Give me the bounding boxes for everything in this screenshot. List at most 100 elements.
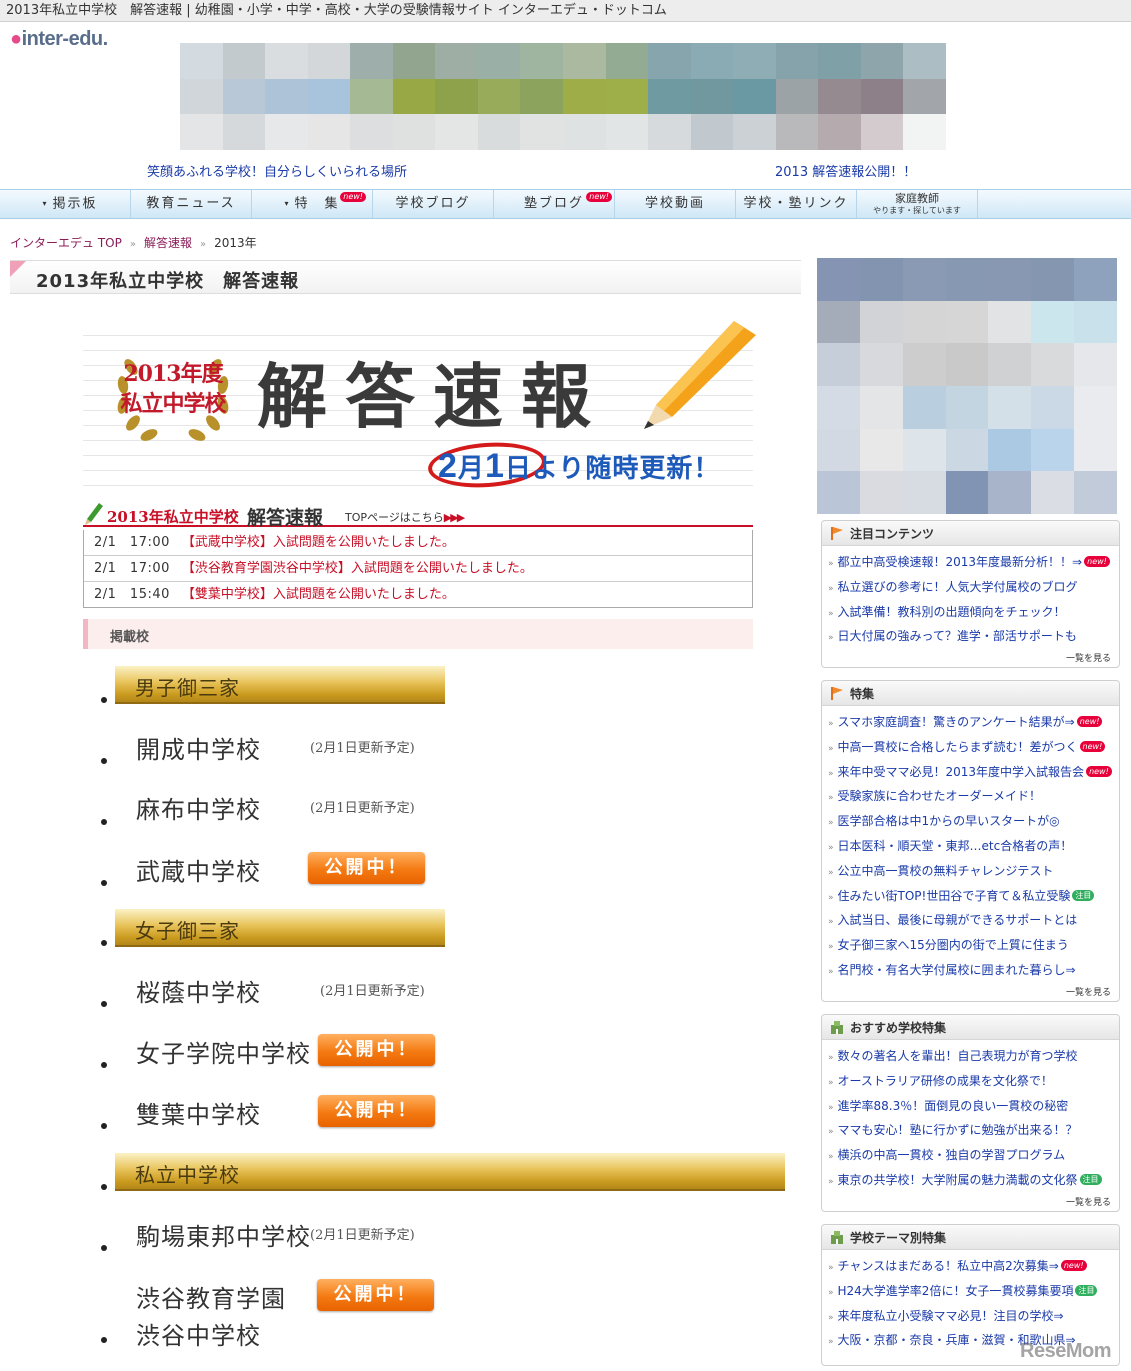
panel-link[interactable]: » 横浜の中高一貫校・独自の学習プログラム (822, 1143, 1119, 1168)
banner-pixel (818, 78, 861, 115)
panel-link[interactable]: » 公立中高一貫校の無料チャレンジテスト (822, 859, 1119, 884)
ad-pixel (902, 343, 946, 386)
breadcrumb-answers-link[interactable]: 解答速報 (144, 236, 192, 250)
panel-link[interactable]: » 女子御三家へ15分圏内の街で上質に住まう (822, 933, 1119, 958)
nav-item-juku-blog[interactable]: 塾ブログ new! (494, 190, 615, 218)
panel-link[interactable]: » 入試当日、最後に母親ができるサポートとは (822, 908, 1119, 933)
list-bullet (101, 1337, 107, 1343)
ad-pixel (1074, 386, 1117, 429)
breadcrumb-home-link[interactable]: インターエデュ TOP (10, 236, 122, 250)
nav-item-links[interactable]: 学校・塾リンク (736, 190, 857, 218)
nav-item-feature[interactable]: ▾ 特 集 new! (252, 190, 373, 218)
ad-pixel (859, 386, 903, 429)
panel-link[interactable]: » 来年度私立小受験ママ必見！注目の学校⇒ (822, 1304, 1119, 1329)
school-name-shibuya-kyoiku[interactable]: 渋谷教育学園 渋谷中学校 (136, 1279, 286, 1351)
window-title: 2013年私立中学校 解答速報 | 幼稚園・小学・中学・高校・大学の受験情報サイ… (0, 0, 1131, 22)
nav-label: 学校動画 (644, 196, 705, 211)
top-banner-ad[interactable] (180, 43, 946, 150)
school-status-open-button[interactable]: 公開中！ (318, 1095, 435, 1127)
panel-link[interactable]: » H24大学進学率2倍に！女子一貫校募集要項 注目 (822, 1279, 1119, 1304)
chevron-right-icon: » (828, 608, 834, 619)
panel-link-text: H24大学進学率2倍に！女子一貫校募集要項 (837, 1283, 1074, 1298)
see-all-link[interactable]: 一覧を見る (822, 649, 1119, 670)
panel-link[interactable]: » 東京の共学校！大学附属の魅力満載の文化祭 注目 (822, 1168, 1119, 1193)
news-link[interactable]: 【渋谷教育学園渋谷中学校】入試問題を公開いたしました。 (182, 561, 533, 576)
panel-header: 特集 (822, 681, 1119, 706)
nav-item-bbs[interactable]: ▾ 掲示板 (10, 190, 131, 218)
top-page-link[interactable]: TOPページはこちら▶▶▶ (345, 509, 465, 525)
list-bullet (101, 819, 107, 825)
banner-pixel (690, 114, 734, 150)
panel-link[interactable]: » チャンスはまだある！私立中高2次募集⇒ new! (822, 1254, 1119, 1279)
panel-link[interactable]: » スマホ家庭調査！驚きのアンケート結果が⇒ new! (822, 710, 1119, 735)
category-label: 私立中学校 (135, 1163, 240, 1187)
chevron-right-icon: » (828, 583, 834, 594)
ad-pixel (902, 386, 946, 429)
panel-link[interactable]: » 名門校・有名大学付属校に囲まれた暮らし⇒ (822, 958, 1119, 983)
school-status-open-button[interactable]: 公開中！ (318, 1034, 435, 1066)
nav-item-school-video[interactable]: 学校動画 (615, 190, 736, 218)
school-name-ouin[interactable]: 桜蔭中学校 (136, 973, 261, 1008)
panel-link[interactable]: » オーストラリア研修の成果を文化祭で！ (822, 1069, 1119, 1094)
see-all-link[interactable]: 一覧を見る (822, 1193, 1119, 1214)
ad-pixel (859, 258, 903, 301)
news-header-title: 解答速報 (247, 507, 324, 529)
panel-link-text: 来年中受ママ必見！2013年度中学入試報告会 (837, 764, 1085, 779)
flag-icon (831, 527, 843, 540)
panel-link[interactable]: » 中高一貫校に合格したらまず読む！差がつく new! (822, 735, 1119, 760)
panel-link[interactable]: » 来年中受ママ必見！2013年度中学入試報告会 new! (822, 760, 1119, 785)
school-name-komaba-toho[interactable]: 駒場東邦中学校 (136, 1217, 311, 1252)
banner-pixel (563, 78, 606, 115)
school-building-icon (831, 1021, 843, 1034)
banner-pixel (775, 114, 819, 150)
school-name-futaba[interactable]: 雙葉中学校 (136, 1095, 261, 1130)
schools-section-label: 掲載校 (110, 630, 150, 645)
chevron-right-icon: » (828, 1102, 834, 1113)
site-logo[interactable]: ●inter-edu. (10, 28, 108, 51)
banner-pixel (265, 114, 308, 150)
school-name-musashi[interactable]: 武蔵中学校 (136, 852, 261, 887)
panel-link[interactable]: » 住みたい街TOP!世田谷で子育て＆私立受験 注目 (822, 884, 1119, 909)
school-name-kaisei[interactable]: 開成中学校 (136, 730, 261, 765)
panel-link[interactable]: » 医学部合格は中1からの早いスタートが◎ (822, 809, 1119, 834)
list-bullet (101, 758, 107, 764)
school-status-open-button[interactable]: 公開中！ (308, 852, 425, 884)
banner-tagline-left[interactable]: 笑顔あふれる学校！自分らしくいられる場所 (147, 161, 407, 180)
nav-item-school-blog[interactable]: 学校ブログ (373, 190, 494, 218)
news-link[interactable]: 【武蔵中学校】入試問題を公開いたしました。 (182, 535, 455, 550)
new-badge: new! (1084, 556, 1110, 567)
news-link[interactable]: 【雙葉中学校】入試問題を公開いたしました。 (182, 587, 455, 602)
school-name-line: 渋谷教育学園 (136, 1285, 286, 1313)
sidebar-ad[interactable] (817, 258, 1117, 514)
nav-label: 学校ブログ (395, 196, 471, 211)
panel-link[interactable]: » 都立中高受検速報！2013年度最新分析！！⇒ new! (822, 550, 1119, 575)
nav-item-news[interactable]: 教育ニュース (131, 190, 252, 218)
banner-pixel (690, 43, 734, 79)
school-status-open-button[interactable]: 公開中！ (317, 1279, 434, 1311)
school-name-joshigakuin[interactable]: 女子学院中学校 (136, 1034, 311, 1069)
banner-pixel (520, 78, 563, 115)
list-bullet (101, 1123, 107, 1129)
nav-item-tutor[interactable]: 家庭教師 やります・探しています (857, 190, 978, 218)
panel-link[interactable]: » 私立選びの参考に！人気大学付属校のブログ (822, 575, 1119, 600)
banner-pixel (775, 43, 819, 79)
see-all-link[interactable]: 一覧を見る (822, 983, 1119, 1004)
resemom-watermark: ReseMom (1020, 1340, 1111, 1362)
panel-link-text: 日本医科・順天堂・東邦…etc合格者の声！ (837, 838, 1073, 853)
global-nav: ▾ 掲示板 教育ニュース ▾ 特 集 new! 学校ブログ 塾ブログ new! 学校動画… (0, 189, 1131, 219)
ad-pixel (945, 386, 989, 429)
ad-pixel (902, 471, 946, 514)
panel-link[interactable]: » 受験家族に合わせたオーダーメイド！ (822, 784, 1119, 809)
panel-link[interactable]: » 進学率88.3％！面倒見の良い一貫校の秘密 (822, 1094, 1119, 1119)
panel-link[interactable]: » 日大付属の強みって？進学・部活サポートも (822, 624, 1119, 649)
banner-tagline-right[interactable]: 2013 解答速報公開！！ (775, 161, 916, 180)
panel-link[interactable]: » 数々の著名人を輩出！自己表現力が育つ学校 (822, 1044, 1119, 1069)
banner-pixel (733, 78, 776, 115)
panel-link[interactable]: » 日本医科・順天堂・東邦…etc合格者の声！ (822, 834, 1119, 859)
panel-title: 注目コンテンツ (850, 527, 935, 541)
school-name-azabu[interactable]: 麻布中学校 (136, 790, 261, 825)
panel-link[interactable]: » ママも安心！塾に行かずに勉強が出来る！？ (822, 1118, 1119, 1143)
panel-link[interactable]: » 入試準備！教科別の出題傾向をチェック！ (822, 600, 1119, 625)
update-day-unit: 日 (504, 453, 532, 483)
